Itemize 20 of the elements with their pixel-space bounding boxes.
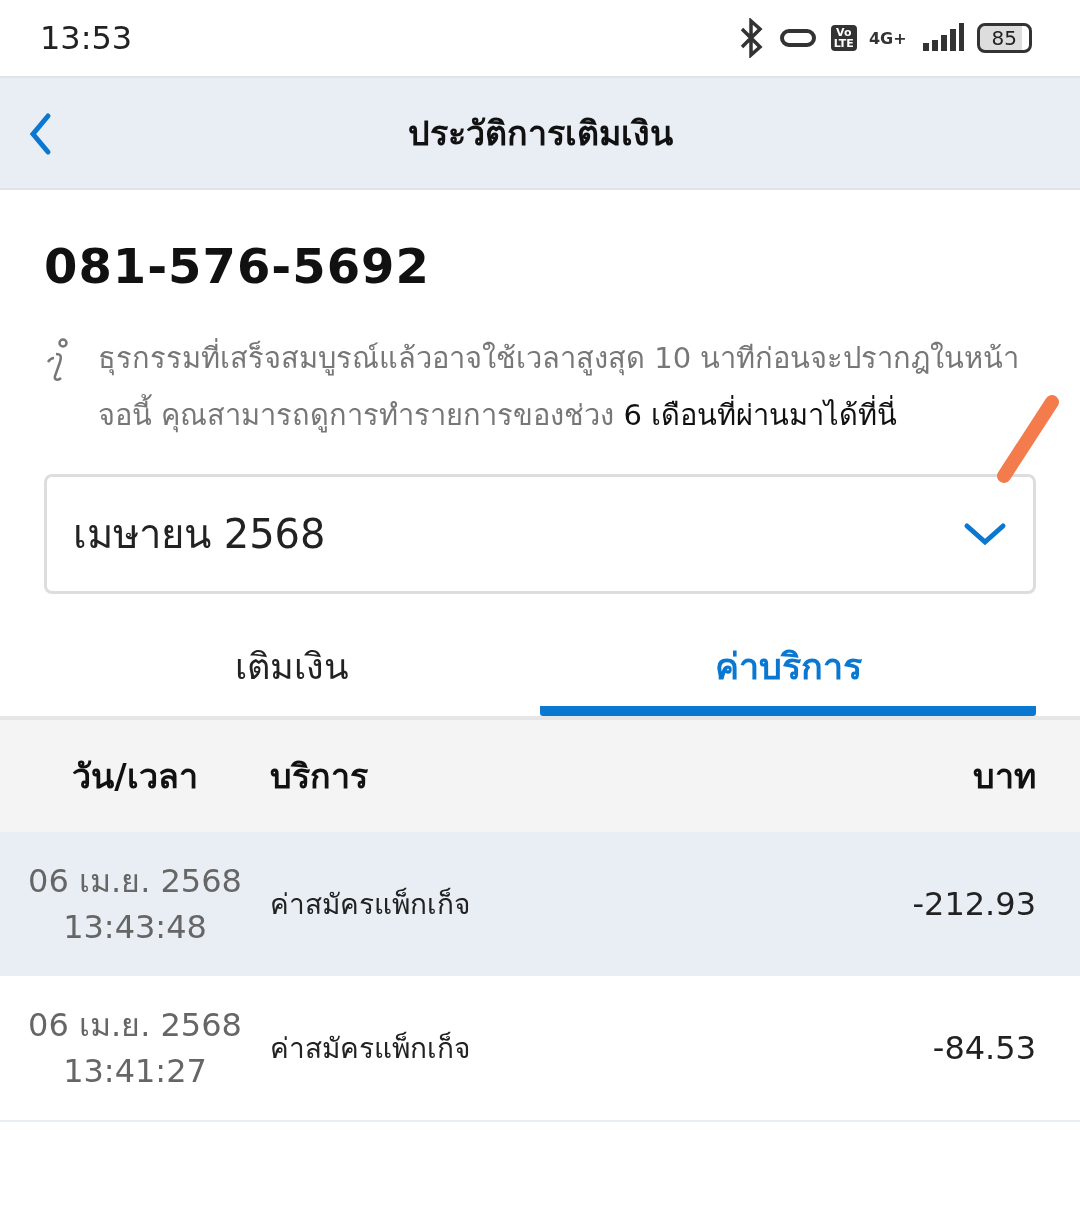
battery-level: 85 [976, 23, 1032, 53]
month-select[interactable]: เมษายน 2568 [44, 474, 1036, 594]
notice-text: ธุรกรรมที่เสร็จสมบูรณ์แล้วอาจใช้เวลาสูงสุด 10 นาทีก่อนจะปรากฎในหน้าจอนี้ คุณสามารถดูการทำรายการของช่วง 6 เดือนที่ผ่านมาได้ที่นี่ [98, 330, 1036, 444]
chevron-down-icon [963, 522, 1007, 546]
column-header: บริการ [270, 755, 369, 798]
service-cell-text: ค่าสมัครแพ็กเก็จ [270, 886, 471, 923]
tab[interactable]: เติมเงิน [44, 626, 540, 716]
date-time-cell-text: 06 เม.ย. 2568 13:41:27 [27, 1005, 243, 1092]
volte-icon: Vo LTE [830, 25, 857, 51]
service-cell-text: ค่าสมัครแพ็กเก็จ [270, 1030, 471, 1067]
date-time-cell-text: 06 เม.ย. 2568 13:43:48 [27, 861, 243, 948]
column-header: วัน/เวลา [71, 755, 199, 798]
amount-cell-text: -84.53 [931, 1029, 1036, 1067]
page-title: ประวัติการเติมเงิน [407, 112, 673, 155]
bluetooth-icon [738, 18, 765, 58]
status-time: 13:53 [40, 19, 133, 57]
amount-cell-text: -212.93 [911, 885, 1036, 923]
column-header: บาท [972, 755, 1036, 798]
network-type: 4G+ [868, 28, 907, 48]
phone-number: 081-576-5692 [44, 238, 431, 294]
